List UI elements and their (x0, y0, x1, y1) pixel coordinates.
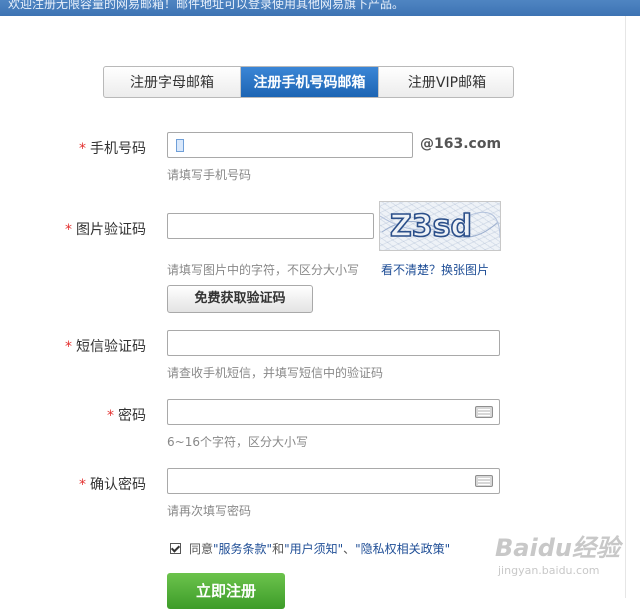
mail-domain-suffix: @163.com (420, 136, 502, 152)
top-notice-bar: 欢迎注册无限容量的网易邮箱！邮件地址可以登录使用其他网易旗下产品。 (0, 0, 640, 16)
phone-input[interactable] (168, 133, 412, 157)
confirm-password-input[interactable] (168, 469, 499, 493)
tab-letter-mailbox[interactable]: 注册字母邮箱 (104, 67, 241, 97)
user-notice-link[interactable]: "用户须知" (284, 540, 343, 557)
captcha-glyphs: Z3sd (379, 208, 501, 245)
password-hint: 6~16个字符，区分大小写 (167, 435, 308, 449)
phone-label: * 手机号码 (79, 141, 146, 157)
required-mark: * (65, 222, 72, 238)
agreement-prefix: 同意 (189, 542, 214, 556)
soft-keyboard-icon[interactable] (475, 475, 493, 487)
confirm-password-input-box (167, 468, 500, 494)
privacy-policy-link[interactable]: "隐私权相关政策" (355, 540, 450, 557)
tab-phone-mailbox[interactable]: 注册手机号码邮箱 (241, 67, 378, 97)
refresh-captcha-link[interactable]: 看不清楚？换张图片 (381, 261, 489, 278)
agreement-and: 和 (272, 542, 285, 556)
captcha-text: Z3sd (390, 209, 472, 244)
sms-code-input[interactable] (168, 331, 499, 355)
sms-input-box (167, 330, 500, 356)
top-notice-text: 欢迎注册无限容量的网易邮箱！邮件地址可以登录使用其他网易旗下产品。 (8, 0, 405, 11)
phone-input-box (167, 132, 413, 158)
baidu-watermark-url: jingyan.baidu.com (498, 564, 600, 577)
required-mark: * (79, 477, 86, 493)
password-input[interactable] (168, 400, 499, 424)
agreement-row: 同意 "服务条款" 和 "用户须知" 、 "隐私权相关政策" (170, 540, 450, 557)
captcha-input[interactable] (168, 214, 373, 238)
agreement-checkbox[interactable] (170, 543, 181, 554)
sms-hint: 请查收手机短信，并填写短信中的验证码 (167, 366, 384, 380)
soft-keyboard-icon[interactable] (475, 406, 493, 418)
required-mark: * (65, 339, 72, 355)
terms-of-service-link[interactable]: "服务条款" (213, 540, 272, 557)
required-mark: * (107, 408, 114, 424)
tab-vip-mailbox[interactable]: 注册VIP邮箱 (378, 67, 513, 97)
phone-hint: 请填写手机号码 (167, 168, 252, 182)
confirm-password-label: * 确认密码 (79, 477, 146, 493)
right-divider (625, 16, 626, 598)
get-sms-code-button[interactable]: 免费获取验证码 (167, 285, 313, 313)
required-mark: * (79, 141, 86, 157)
captcha-hint: 请填写图片中的字符，不区分大小写 (167, 263, 360, 277)
password-input-box (167, 399, 500, 425)
confirm-password-hint: 请再次填写密码 (167, 504, 252, 518)
register-submit-button[interactable]: 立即注册 (167, 573, 285, 609)
captcha-input-box (167, 213, 374, 239)
baidu-watermark: Baidu经验 (495, 534, 620, 562)
text-cursor (176, 139, 184, 152)
agreement-sep: 、 (343, 542, 356, 556)
sms-label: * 短信验证码 (65, 339, 146, 355)
captcha-label: * 图片验证码 (65, 222, 146, 238)
register-type-tabs: 注册字母邮箱 注册手机号码邮箱 注册VIP邮箱 (103, 66, 514, 98)
captcha-image[interactable]: Z3sd (379, 201, 501, 251)
password-label: * 密码 (107, 408, 146, 424)
